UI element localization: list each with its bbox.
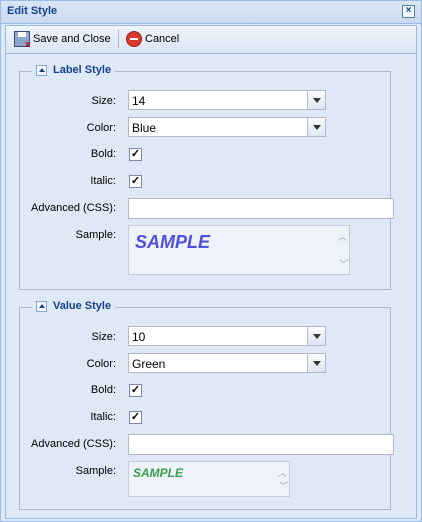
- value-size-value: 10: [132, 330, 146, 344]
- value-advanced-css-input[interactable]: [128, 434, 394, 455]
- window-title: Edit Style: [7, 5, 58, 17]
- value-size-select[interactable]: 10: [128, 326, 326, 346]
- title-bar[interactable]: Edit Style ×: [1, 1, 421, 24]
- toolbar-separator: [118, 30, 119, 48]
- save-and-close-label: Save and Close: [33, 33, 111, 45]
- close-icon[interactable]: ×: [402, 5, 415, 18]
- value-italic-checkbox[interactable]: ✓: [129, 411, 142, 424]
- sample-scrollbar[interactable]: ︿ ﹀: [277, 466, 287, 492]
- cancel-label: Cancel: [145, 33, 180, 45]
- save-icon: [14, 31, 30, 49]
- collapse-icon[interactable]: [36, 300, 47, 312]
- value-advanced-label: Advanced (CSS):: [31, 438, 116, 450]
- scroll-down-icon[interactable]: ﹀: [337, 257, 347, 270]
- label-bold-checkbox[interactable]: ✓: [129, 148, 142, 161]
- sample-scrollbar[interactable]: ︿ ﹀: [337, 230, 347, 270]
- label-style-fieldset: Label Style Size: 14 Color: Blue Bold: ✓…: [19, 64, 394, 290]
- label-sample-label: Sample:: [75, 229, 116, 241]
- chevron-down-icon[interactable]: [307, 327, 325, 345]
- edit-style-window: Edit Style × Save and Close Cancel Label…: [0, 0, 422, 522]
- form-content: Label Style Size: 14 Color: Blue Bold: ✓…: [6, 54, 416, 518]
- save-and-close-button[interactable]: Save and Close: [14, 31, 111, 49]
- chevron-down-icon[interactable]: [307, 91, 325, 109]
- label-advanced-label: Advanced (CSS):: [31, 202, 116, 214]
- label-color-label: Color:: [86, 122, 116, 134]
- label-style-legend[interactable]: Label Style: [32, 64, 116, 76]
- cancel-icon: [126, 31, 142, 47]
- label-sample-text: SAMPLE: [135, 232, 211, 252]
- label-sample-box: SAMPLE ︿ ﹀: [128, 225, 350, 275]
- value-italic-label: Italic:: [90, 411, 116, 423]
- label-size-select[interactable]: 14: [128, 90, 326, 110]
- chevron-down-icon[interactable]: [307, 354, 325, 372]
- label-size-label: Size:: [91, 95, 116, 107]
- value-style-title: Value Style: [53, 300, 112, 312]
- value-sample-box: SAMPLE ︿ ﹀: [128, 461, 290, 497]
- value-style-fieldset: Value Style Size: 10 Color: Green Bold: …: [19, 300, 394, 510]
- label-italic-label: Italic:: [90, 175, 116, 187]
- value-color-select[interactable]: Green: [128, 353, 326, 373]
- label-style-title: Label Style: [53, 64, 112, 76]
- label-italic-checkbox[interactable]: ✓: [129, 175, 142, 188]
- label-bold-label: Bold:: [90, 148, 116, 160]
- value-size-label: Size:: [91, 331, 116, 343]
- value-color-value: Green: [132, 357, 166, 371]
- window-body: Save and Close Cancel Label Style Size: …: [5, 25, 417, 519]
- label-color-select[interactable]: Blue: [128, 117, 326, 137]
- chevron-down-icon[interactable]: [307, 118, 325, 136]
- value-sample-text: SAMPLE: [133, 466, 184, 480]
- scroll-up-icon[interactable]: ︿: [277, 466, 287, 479]
- value-style-legend[interactable]: Value Style: [32, 300, 116, 312]
- value-color-label: Color:: [86, 358, 116, 370]
- label-advanced-css-input[interactable]: [128, 198, 394, 219]
- scroll-down-icon[interactable]: ﹀: [277, 479, 287, 492]
- value-bold-checkbox[interactable]: ✓: [129, 384, 142, 397]
- toolbar: Save and Close Cancel: [6, 26, 416, 54]
- label-size-value: 14: [132, 94, 146, 108]
- cancel-button[interactable]: Cancel: [126, 31, 179, 47]
- value-bold-label: Bold:: [90, 384, 116, 396]
- label-color-value: Blue: [132, 121, 157, 135]
- value-sample-label: Sample:: [75, 465, 116, 477]
- scroll-up-icon[interactable]: ︿: [337, 230, 347, 243]
- collapse-icon[interactable]: [36, 64, 47, 76]
